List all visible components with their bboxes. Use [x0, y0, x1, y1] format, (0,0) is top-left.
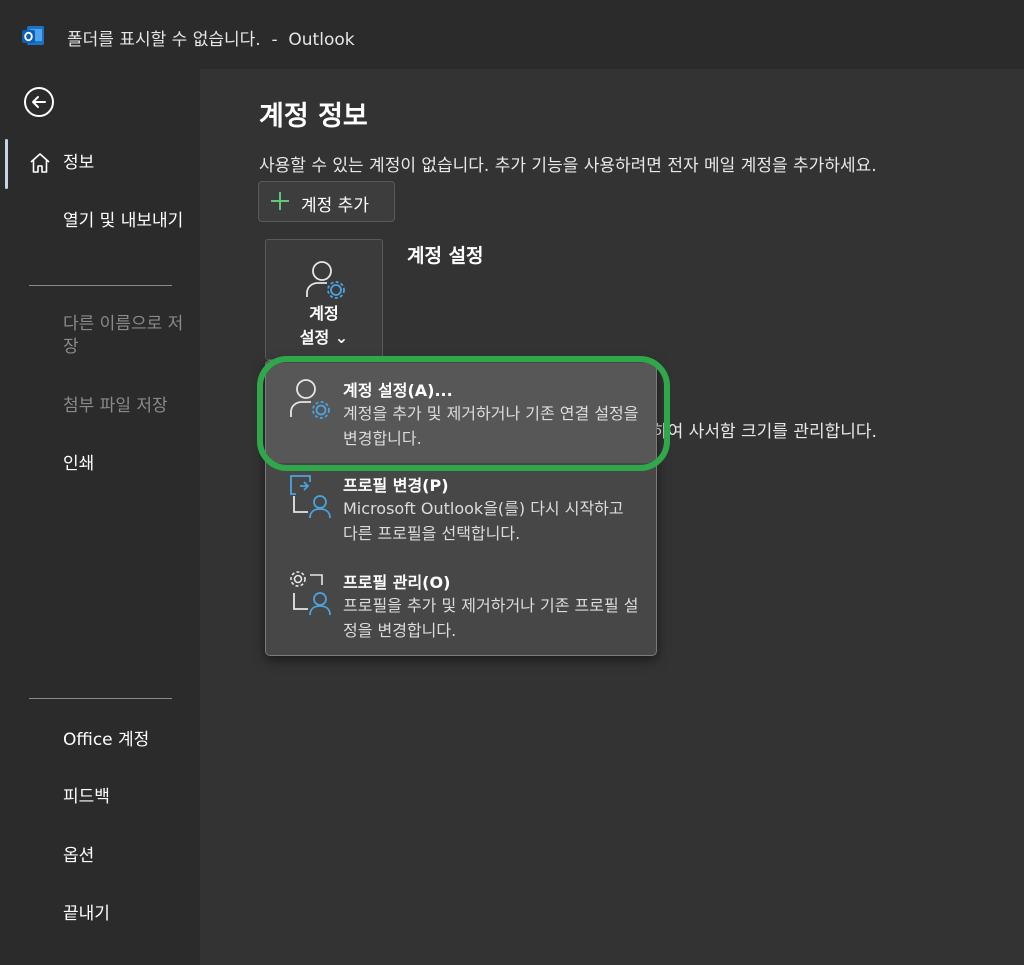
sidebar-item-info[interactable]: 정보: [63, 152, 188, 175]
sidebar-divider: [29, 285, 172, 286]
no-account-description: 사용할 수 있는 계정이 없습니다. 추가 기능을 사용하려면 전자 메일 계정…: [259, 156, 877, 176]
title-bar: 폴더를 표시할 수 없습니다. - Outlook: [0, 0, 1024, 69]
account-settings-tile-button[interactable]: 계정 설정 ⌄: [265, 239, 383, 360]
menu-item-description: Microsoft Outlook을(를) 다시 시작하고 다른 프로필을 선택…: [343, 499, 624, 543]
menu-item-description: 프로필을 추가 및 제거하거나 기존 프로필 설정을 변경합니다.: [343, 596, 639, 640]
menu-item-title: 프로필 변경(P): [343, 476, 449, 495]
sidebar-item-exit[interactable]: 끝내기: [63, 903, 188, 926]
sidebar-item-options[interactable]: 옵션: [63, 845, 188, 868]
home-icon: [30, 153, 50, 173]
sidebar-item-save-as[interactable]: 다른 이름으로 저장: [63, 313, 188, 359]
outlook-logo-icon: [22, 26, 44, 45]
page-title: 계정 정보: [259, 101, 368, 132]
account-settings-icon: [306, 261, 345, 299]
menu-item-title: 프로필 관리(O): [343, 573, 451, 592]
account-settings-heading: 계정 설정: [407, 245, 484, 267]
plus-icon: [271, 192, 289, 210]
sidebar-item-print[interactable]: 인쇄: [63, 453, 188, 476]
window-title: 폴더를 표시할 수 없습니다. - Outlook: [67, 30, 355, 50]
mailbox-size-text: 하여 사서함 크기를 관리합니다.: [652, 422, 877, 442]
account-settings-tile-label: 계정 설정 ⌄: [299, 304, 349, 347]
sidebar-item-save-attachments[interactable]: 첨부 파일 저장: [63, 395, 188, 418]
sidebar-item-open-export[interactable]: 열기 및 내보내기: [63, 210, 188, 233]
change-profile-icon: [290, 475, 331, 519]
menu-item-manage-profiles[interactable]: 프로필 관리(O) 프로필을 추가 및 제거하거나 기존 프로필 설정을 변경합…: [266, 569, 656, 659]
add-account-label: 계정 추가: [301, 196, 369, 216]
menu-item-change-profile[interactable]: 프로필 변경(P) Microsoft Outlook을(를) 다시 시작하고 …: [266, 472, 656, 562]
active-nav-indicator: [5, 139, 8, 189]
highlight-annotation-ring: [257, 356, 670, 471]
back-arrow-icon[interactable]: [22, 85, 56, 119]
sidebar-divider: [29, 698, 172, 699]
add-account-button[interactable]: 계정 추가: [258, 181, 395, 222]
backstage-sidebar: 정보 열기 및 내보내기 다른 이름으로 저장 첨부 파일 저장 인쇄 Offi…: [0, 69, 200, 965]
manage-profiles-icon: [290, 571, 331, 616]
sidebar-item-office-account[interactable]: Office 계정: [63, 729, 188, 752]
sidebar-item-feedback[interactable]: 피드백: [63, 786, 188, 809]
